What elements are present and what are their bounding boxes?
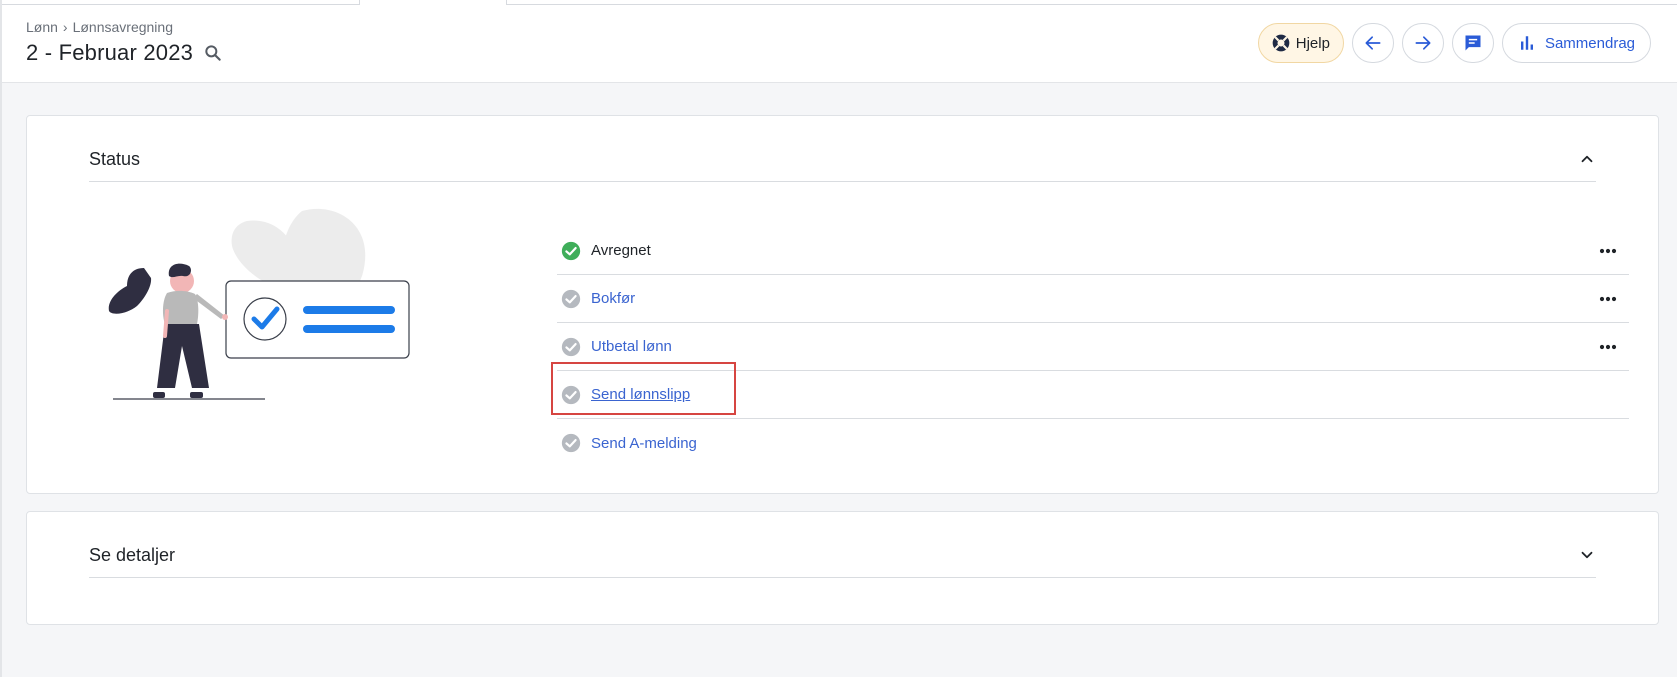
step-link[interactable]: Utbetal lønn	[591, 338, 672, 355]
status-illustration	[108, 208, 410, 400]
page-title-text: 2 - Februar 2023	[26, 40, 194, 65]
more-horizontal-icon[interactable]	[1597, 337, 1619, 357]
help-button-label: Hjelp	[1295, 34, 1330, 52]
highlight-box	[551, 362, 736, 415]
chat-button[interactable]	[1451, 23, 1494, 63]
arrow-right-icon	[1415, 36, 1431, 50]
details-card: Se detaljer	[26, 511, 1659, 625]
summary-button-label: Sammendrag	[1544, 34, 1635, 52]
more-horizontal-icon[interactable]	[1597, 289, 1619, 309]
chat-icon	[1465, 35, 1481, 51]
more-horizontal-icon[interactable]	[1597, 241, 1619, 261]
page-title: 2 - Februar 2023	[26, 40, 223, 66]
chevron-down-icon[interactable]	[1578, 546, 1596, 564]
step-label: Avregnet	[591, 242, 651, 259]
tab-strip-right	[506, 0, 1677, 5]
breadcrumb-current: Lønnsavregning	[72, 19, 173, 35]
step-link[interactable]: Send A-melding	[591, 435, 697, 452]
person-figure	[108, 263, 228, 398]
breadcrumb-parent[interactable]: Lønn	[26, 19, 58, 35]
bar-chart-icon	[1520, 36, 1533, 50]
window-edge	[0, 0, 2, 677]
status-steps-list: Avregnet Bokfør Utbetal lønn Send lønnsl…	[557, 227, 1629, 467]
check-circle-icon	[561, 289, 581, 308]
status-section-header[interactable]: Status	[89, 137, 1596, 182]
step-bokfor[interactable]: Bokfør	[557, 275, 1629, 323]
chevron-up-icon[interactable]	[1578, 150, 1596, 168]
check-circle-icon	[561, 241, 581, 260]
details-section-header[interactable]: Se detaljer	[89, 533, 1596, 578]
status-section-title: Status	[89, 148, 141, 169]
check-circle-icon	[561, 337, 581, 356]
search-icon[interactable]	[203, 43, 223, 63]
step-avregnet: Avregnet	[557, 227, 1629, 275]
toolbar: Hjelp Sammendrag	[1257, 23, 1651, 63]
check-circle-icon	[561, 433, 581, 453]
step-send-a-melding[interactable]: Send A-melding	[557, 419, 1629, 467]
breadcrumb-separator: ›	[62, 19, 68, 35]
arrow-left-icon	[1365, 36, 1381, 50]
step-link[interactable]: Bokfør	[591, 290, 635, 307]
forward-button[interactable]	[1401, 23, 1444, 63]
details-section-title: Se detaljer	[89, 544, 176, 565]
checklist-card	[225, 280, 410, 359]
tab-strip-left	[0, 0, 360, 5]
page-header: Lønn › Lønnsavregning 2 - Februar 2023 H…	[0, 0, 1677, 83]
help-button[interactable]: Hjelp	[1257, 23, 1344, 63]
breadcrumb: Lønn › Lønnsavregning	[26, 19, 173, 35]
summary-button[interactable]: Sammendrag	[1501, 23, 1651, 63]
lifebuoy-icon	[1272, 34, 1290, 52]
status-card: Status Avregnet Bokfør Utbetal lønn Send…	[26, 115, 1659, 494]
back-button[interactable]	[1351, 23, 1394, 63]
